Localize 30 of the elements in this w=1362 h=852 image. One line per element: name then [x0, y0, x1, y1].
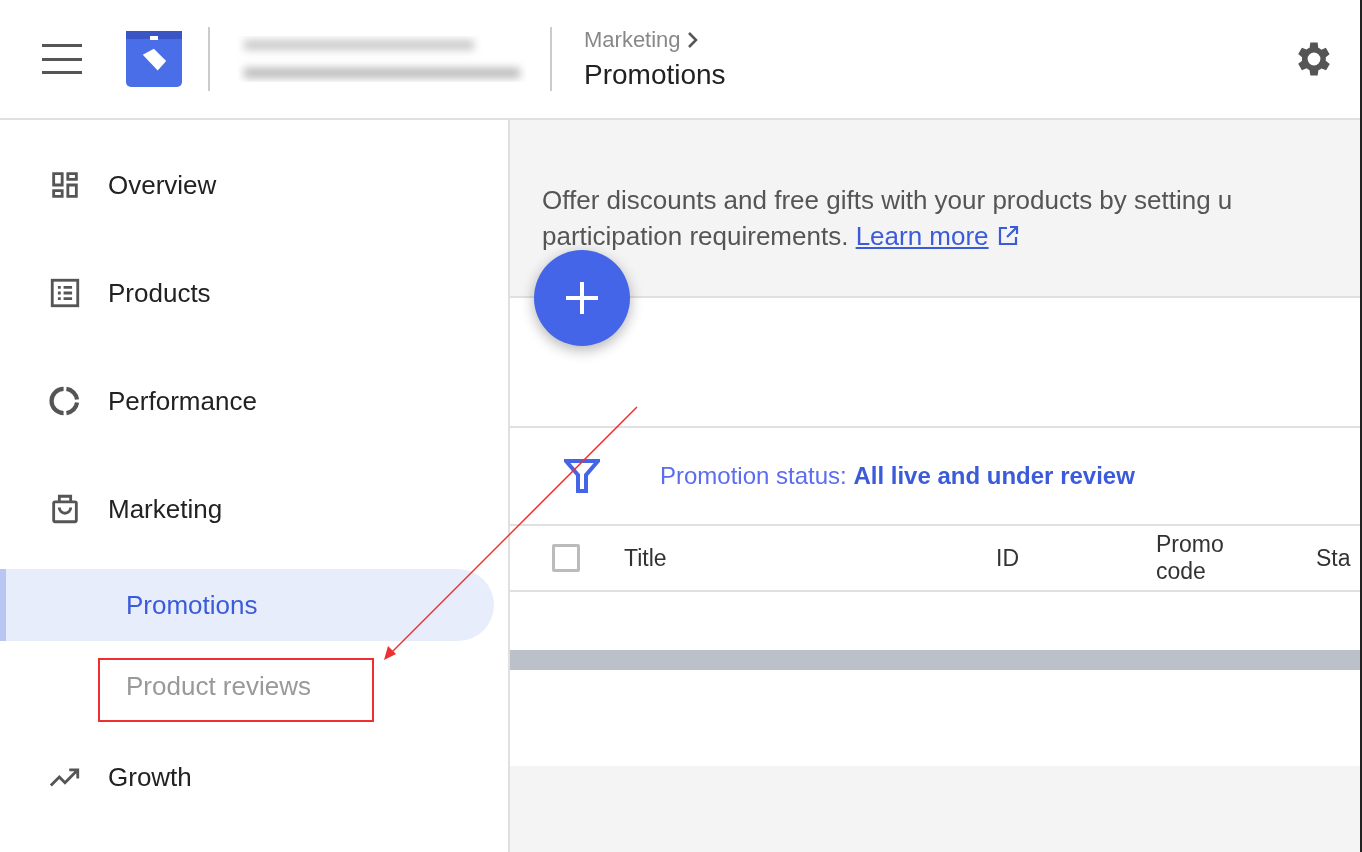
filter-icon[interactable]: [564, 459, 600, 493]
menu-button[interactable]: [42, 44, 82, 74]
horizontal-scrollbar[interactable]: [510, 650, 1360, 670]
nav-item[interactable]: Overview: [0, 160, 508, 210]
donut-icon: [48, 384, 82, 418]
filter-status[interactable]: Promotion status: All live and under review: [660, 462, 1135, 490]
column-header: Promo code: [1156, 531, 1225, 585]
nav-item[interactable]: Growth: [0, 752, 508, 802]
list-icon: [48, 276, 82, 310]
breadcrumb-link[interactable]: Marketing: [584, 27, 726, 53]
intro-text: Offer discounts and free gifts with your products by setting u participation requirements. Learn more: [542, 184, 1234, 253]
nav-label: Marketing: [108, 493, 223, 525]
tag-logo-icon: [126, 31, 182, 87]
nav-item[interactable]: Marketing: [0, 484, 508, 534]
nav-subitem[interactable]: Promotions: [0, 569, 494, 641]
nav-label: Products: [108, 277, 211, 309]
learn-more-link[interactable]: Learn more: [855, 221, 989, 251]
plus-icon: [564, 280, 600, 316]
select-all-checkbox[interactable]: [552, 544, 580, 572]
nav-label: Performance: [108, 385, 257, 417]
chevron-right-icon: [686, 31, 699, 49]
column-header: Title: [624, 544, 668, 572]
page-title: Promotions: [584, 59, 726, 91]
nav-item[interactable]: Performance: [0, 376, 508, 426]
nav-label: Overview: [108, 169, 217, 201]
column-header: ID: [996, 544, 1020, 572]
nav-item[interactable]: Products: [0, 268, 508, 318]
add-button[interactable]: [534, 250, 630, 346]
column-header: Sta: [1316, 544, 1352, 572]
nav-label: Growth: [108, 761, 192, 793]
